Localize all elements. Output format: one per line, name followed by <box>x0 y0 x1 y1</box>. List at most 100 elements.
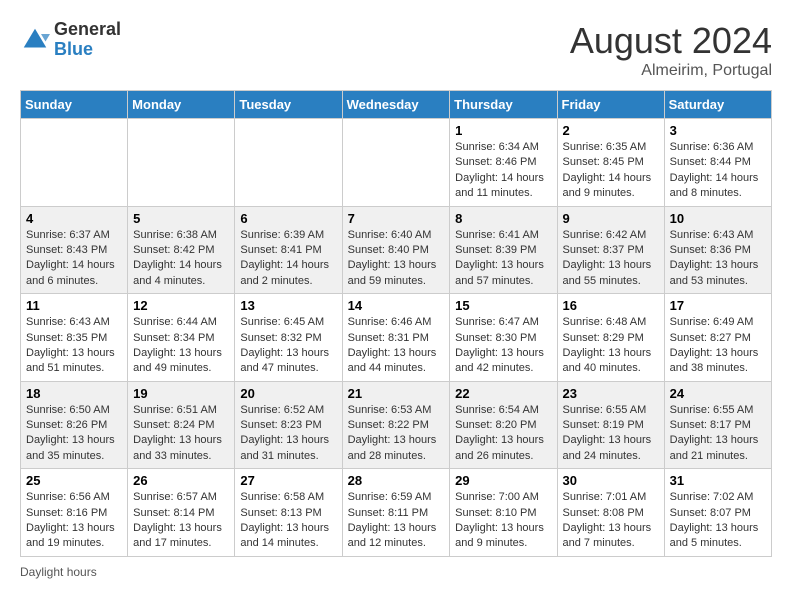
column-header-friday: Friday <box>557 91 664 119</box>
calendar-cell: 27 Sunrise: 6:58 AM Sunset: 8:13 PM Dayli… <box>235 469 342 557</box>
day-info: Sunrise: 7:01 AM Sunset: 8:08 PM Dayligh… <box>563 490 659 552</box>
day-info: Sunrise: 6:57 AM Sunset: 8:14 PM Dayligh… <box>133 490 229 552</box>
day-number: 4 <box>26 211 122 226</box>
day-info: Sunrise: 6:52 AM Sunset: 8:23 PM Dayligh… <box>240 403 336 465</box>
day-info: Sunrise: 6:53 AM Sunset: 8:22 PM Dayligh… <box>348 403 445 465</box>
calendar-cell: 10 Sunrise: 6:43 AM Sunset: 8:36 PM Dayli… <box>664 206 771 294</box>
column-header-saturday: Saturday <box>664 91 771 119</box>
calendar-cell: 9 Sunrise: 6:42 AM Sunset: 8:37 PM Daylig… <box>557 206 664 294</box>
day-info: Sunrise: 7:02 AM Sunset: 8:07 PM Dayligh… <box>670 490 766 552</box>
month-year: August 2024 <box>570 20 772 62</box>
footer: Daylight hours <box>20 565 772 579</box>
column-header-sunday: Sunday <box>21 91 128 119</box>
daylight-label: Daylight hours <box>20 565 97 579</box>
calendar-cell: 12 Sunrise: 6:44 AM Sunset: 8:34 PM Dayli… <box>128 294 235 382</box>
calendar-cell: 26 Sunrise: 6:57 AM Sunset: 8:14 PM Dayli… <box>128 469 235 557</box>
calendar-week-row: 25Sunrise: 6:56 AM Sunset: 8:16 PM Dayli… <box>21 469 772 557</box>
day-number: 9 <box>563 211 659 226</box>
calendar-cell: 15Sunrise: 6:47 AM Sunset: 8:30 PM Dayli… <box>450 294 557 382</box>
calendar-cell: 22 Sunrise: 6:54 AM Sunset: 8:20 PM Dayli… <box>450 381 557 469</box>
calendar-cell: 28 Sunrise: 6:59 AM Sunset: 8:11 PM Dayli… <box>342 469 450 557</box>
day-number: 18 <box>26 386 122 401</box>
day-number: 22 <box>455 386 551 401</box>
calendar-cell: 13 Sunrise: 6:45 AM Sunset: 8:32 PM Dayli… <box>235 294 342 382</box>
day-number: 26 <box>133 473 229 488</box>
day-info: Sunrise: 6:39 AM Sunset: 8:41 PM Dayligh… <box>240 228 336 290</box>
calendar-header-row: SundayMondayTuesdayWednesdayThursdayFrid… <box>21 91 772 119</box>
calendar-cell: 19Sunrise: 6:51 AM Sunset: 8:24 PM Dayli… <box>128 381 235 469</box>
calendar-cell: 6 Sunrise: 6:39 AM Sunset: 8:41 PM Daylig… <box>235 206 342 294</box>
calendar-cell: 4 Sunrise: 6:37 AM Sunset: 8:43 PM Daylig… <box>21 206 128 294</box>
calendar-cell: 30Sunrise: 7:01 AM Sunset: 8:08 PM Dayli… <box>557 469 664 557</box>
logo: General Blue <box>20 20 121 60</box>
day-number: 13 <box>240 298 336 313</box>
calendar-cell: 16 Sunrise: 6:48 AM Sunset: 8:29 PM Dayli… <box>557 294 664 382</box>
calendar-cell <box>21 119 128 207</box>
day-info: Sunrise: 6:50 AM Sunset: 8:26 PM Dayligh… <box>26 403 122 465</box>
day-number: 20 <box>240 386 336 401</box>
day-info: Sunrise: 6:59 AM Sunset: 8:11 PM Dayligh… <box>348 490 445 552</box>
day-info: Sunrise: 6:38 AM Sunset: 8:42 PM Dayligh… <box>133 228 229 290</box>
day-number: 14 <box>348 298 445 313</box>
day-info: Sunrise: 6:55 AM Sunset: 8:19 PM Dayligh… <box>563 403 659 465</box>
day-info: Sunrise: 6:56 AM Sunset: 8:16 PM Dayligh… <box>26 490 122 552</box>
day-number: 6 <box>240 211 336 226</box>
calendar-cell: 14Sunrise: 6:46 AM Sunset: 8:31 PM Dayli… <box>342 294 450 382</box>
day-info: Sunrise: 6:43 AM Sunset: 8:35 PM Dayligh… <box>26 315 122 377</box>
calendar-cell <box>128 119 235 207</box>
day-info: Sunrise: 6:41 AM Sunset: 8:39 PM Dayligh… <box>455 228 551 290</box>
day-info: Sunrise: 6:55 AM Sunset: 8:17 PM Dayligh… <box>670 403 766 465</box>
calendar-table: SundayMondayTuesdayWednesdayThursdayFrid… <box>20 90 772 557</box>
day-number: 11 <box>26 298 122 313</box>
calendar-cell: 7Sunrise: 6:40 AM Sunset: 8:40 PM Daylig… <box>342 206 450 294</box>
day-number: 16 <box>563 298 659 313</box>
day-info: Sunrise: 6:45 AM Sunset: 8:32 PM Dayligh… <box>240 315 336 377</box>
day-number: 28 <box>348 473 445 488</box>
day-info: Sunrise: 6:35 AM Sunset: 8:45 PM Dayligh… <box>563 140 659 202</box>
calendar-cell: 20 Sunrise: 6:52 AM Sunset: 8:23 PM Dayli… <box>235 381 342 469</box>
day-number: 23 <box>563 386 659 401</box>
day-info: Sunrise: 6:44 AM Sunset: 8:34 PM Dayligh… <box>133 315 229 377</box>
calendar-cell <box>235 119 342 207</box>
column-header-tuesday: Tuesday <box>235 91 342 119</box>
calendar-cell: 25Sunrise: 6:56 AM Sunset: 8:16 PM Dayli… <box>21 469 128 557</box>
day-info: Sunrise: 6:37 AM Sunset: 8:43 PM Dayligh… <box>26 228 122 290</box>
day-info: Sunrise: 6:34 AM Sunset: 8:46 PM Dayligh… <box>455 140 551 202</box>
calendar-cell: 29 Sunrise: 7:00 AM Sunset: 8:10 PM Dayli… <box>450 469 557 557</box>
day-info: Sunrise: 6:42 AM Sunset: 8:37 PM Dayligh… <box>563 228 659 290</box>
column-header-wednesday: Wednesday <box>342 91 450 119</box>
day-info: Sunrise: 6:40 AM Sunset: 8:40 PM Dayligh… <box>348 228 445 290</box>
calendar-cell: 11 Sunrise: 6:43 AM Sunset: 8:35 PM Dayli… <box>21 294 128 382</box>
day-number: 31 <box>670 473 766 488</box>
calendar-cell: 31 Sunrise: 7:02 AM Sunset: 8:07 PM Dayli… <box>664 469 771 557</box>
calendar-cell <box>342 119 450 207</box>
calendar-cell: 17Sunrise: 6:49 AM Sunset: 8:27 PM Dayli… <box>664 294 771 382</box>
calendar-cell: 24 Sunrise: 6:55 AM Sunset: 8:17 PM Dayli… <box>664 381 771 469</box>
day-info: Sunrise: 6:51 AM Sunset: 8:24 PM Dayligh… <box>133 403 229 465</box>
day-number: 8 <box>455 211 551 226</box>
day-info: Sunrise: 6:48 AM Sunset: 8:29 PM Dayligh… <box>563 315 659 377</box>
day-info: Sunrise: 6:47 AM Sunset: 8:30 PM Dayligh… <box>455 315 551 377</box>
day-info: Sunrise: 7:00 AM Sunset: 8:10 PM Dayligh… <box>455 490 551 552</box>
day-info: Sunrise: 6:36 AM Sunset: 8:44 PM Dayligh… <box>670 140 766 202</box>
column-header-thursday: Thursday <box>450 91 557 119</box>
day-number: 12 <box>133 298 229 313</box>
day-number: 29 <box>455 473 551 488</box>
day-info: Sunrise: 6:54 AM Sunset: 8:20 PM Dayligh… <box>455 403 551 465</box>
logo-text: General Blue <box>54 20 121 60</box>
day-number: 3 <box>670 123 766 138</box>
calendar-cell: 21 Sunrise: 6:53 AM Sunset: 8:22 PM Dayli… <box>342 381 450 469</box>
calendar-cell: 8 Sunrise: 6:41 AM Sunset: 8:39 PM Daylig… <box>450 206 557 294</box>
day-info: Sunrise: 6:43 AM Sunset: 8:36 PM Dayligh… <box>670 228 766 290</box>
day-number: 17 <box>670 298 766 313</box>
day-number: 21 <box>348 386 445 401</box>
calendar-cell: 5Sunrise: 6:38 AM Sunset: 8:42 PM Daylig… <box>128 206 235 294</box>
day-number: 24 <box>670 386 766 401</box>
day-number: 27 <box>240 473 336 488</box>
day-info: Sunrise: 6:58 AM Sunset: 8:13 PM Dayligh… <box>240 490 336 552</box>
calendar-cell: 3 Sunrise: 6:36 AM Sunset: 8:44 PM Daylig… <box>664 119 771 207</box>
location: Almeirim, Portugal <box>570 62 772 80</box>
calendar-cell: 1Sunrise: 6:34 AM Sunset: 8:46 PM Daylig… <box>450 119 557 207</box>
day-number: 10 <box>670 211 766 226</box>
calendar-week-row: 18 Sunrise: 6:50 AM Sunset: 8:26 PM Dayli… <box>21 381 772 469</box>
